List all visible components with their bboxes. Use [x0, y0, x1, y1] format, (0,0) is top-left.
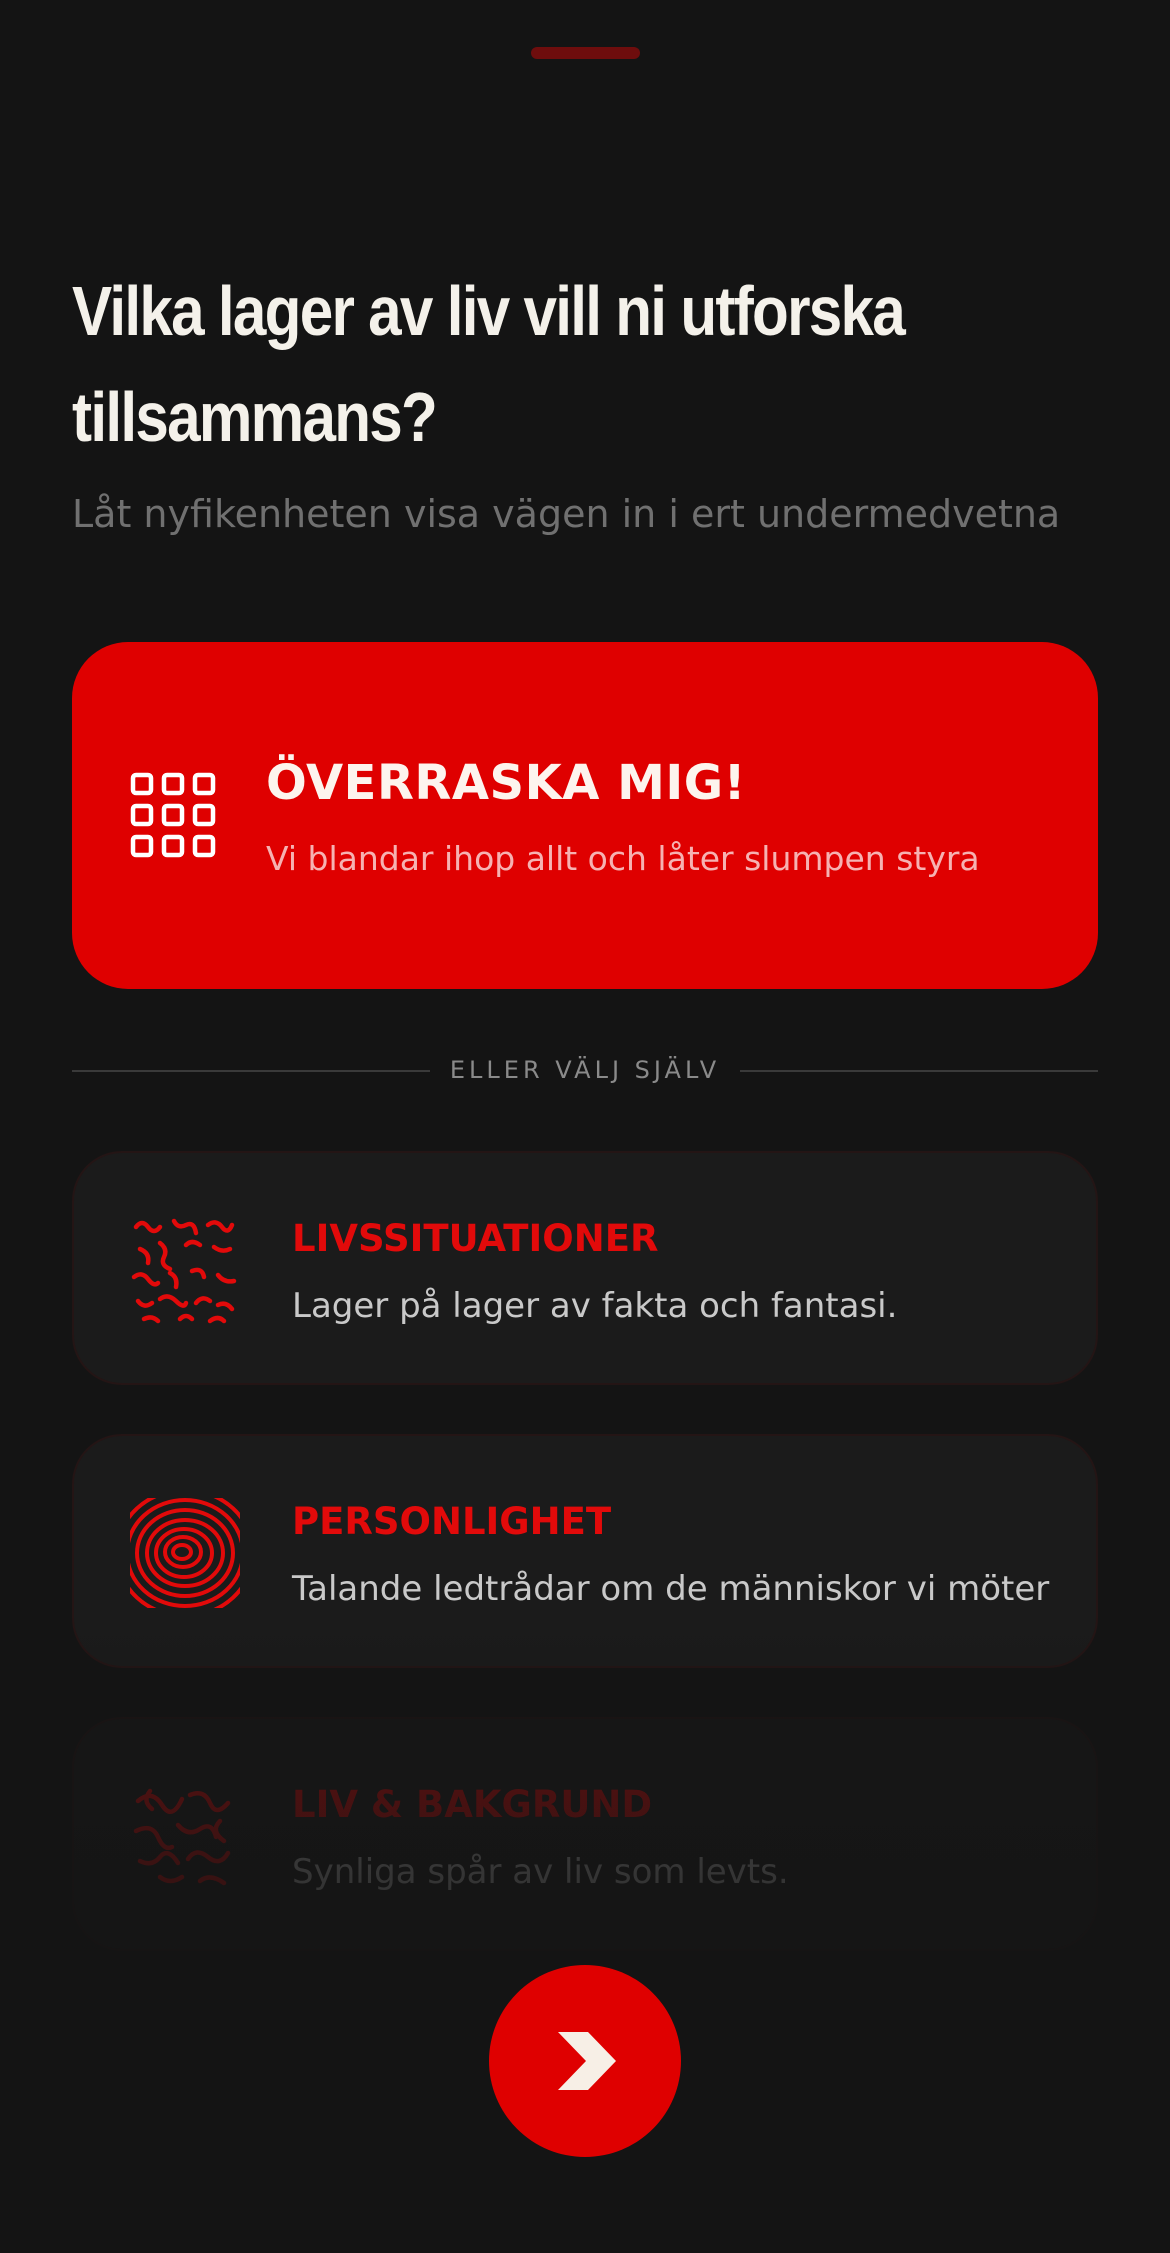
- category-icon: [130, 2064, 240, 2174]
- title-line-2: tillsammans?: [72, 378, 438, 456]
- divider-line-right: [740, 1070, 1098, 1072]
- surprise-title: ÖVERRASKA MIG!: [266, 755, 747, 811]
- category-description: Lager på lager av fakta och fantasi.: [292, 1286, 898, 1326]
- contour-lines-icon: [130, 1498, 240, 1608]
- category-description: Synliga spår av liv som levts.: [292, 1852, 789, 1892]
- next-button[interactable]: [489, 1965, 681, 2157]
- page-subtitle: Låt nyfikenheten visa vägen in i ert und…: [72, 492, 1061, 536]
- chevron-right-icon: [558, 2032, 616, 2090]
- category-description: Talande ledtrådar om de människor vi möt…: [292, 1569, 1050, 1609]
- category-title: LIVSSITUATIONER: [292, 1217, 659, 1260]
- squiggle-pattern-icon: [131, 1218, 237, 1324]
- drag-handle[interactable]: [531, 47, 640, 59]
- surprise-me-button[interactable]: ÖVERRASKA MIG! Vi blandar ihop allt och …: [72, 642, 1098, 989]
- grid-icon: [130, 772, 216, 858]
- vine-pattern-icon: [133, 1788, 231, 1886]
- title-line-1: Vilka lager av liv vill ni utforska: [72, 272, 906, 350]
- category-card-personlighet[interactable]: PERSONLIGHET Talande ledtrådar om de män…: [72, 1434, 1098, 1668]
- category-title: PERSONLIGHET: [292, 1500, 612, 1543]
- page-title: Vilka lager av liv vill ni utforska till…: [72, 258, 932, 470]
- category-card-livssituationer[interactable]: LIVSSITUATIONER Lager på lager av fakta …: [72, 1151, 1098, 1385]
- category-title: LIV & BAKGRUND: [292, 1783, 653, 1826]
- section-divider: ELLER VÄLJ SJÄLV: [72, 1052, 1098, 1088]
- surprise-description: Vi blandar ihop allt och låter slumpen s…: [266, 839, 980, 878]
- category-card-liv-bakgrund[interactable]: LIV & BAKGRUND Synliga spår av liv som l…: [72, 1717, 1098, 1951]
